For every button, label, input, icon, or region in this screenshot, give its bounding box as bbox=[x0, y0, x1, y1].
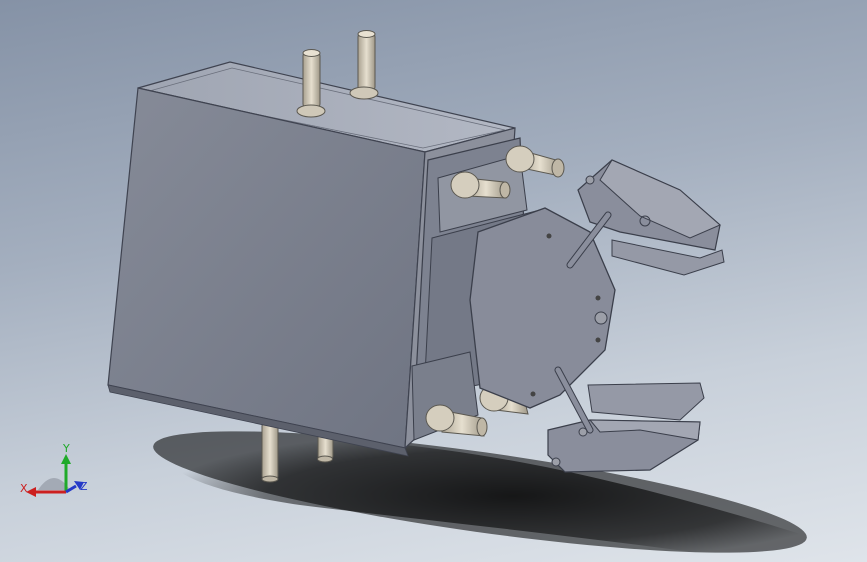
y-axis-label: Y bbox=[62, 442, 70, 455]
top-pin-right[interactable] bbox=[349, 30, 379, 100]
x-axis-label: X bbox=[20, 482, 28, 495]
z-axis-label: Z bbox=[80, 480, 88, 493]
coordinate-triad: Y X Z bbox=[20, 442, 88, 497]
floor-shadow bbox=[153, 430, 867, 562]
gripper-jaw-lower[interactable] bbox=[547, 366, 705, 473]
graphics-viewport[interactable]: Y X Z bbox=[0, 0, 867, 562]
model-scene[interactable] bbox=[0, 0, 867, 562]
bottom-pin-left[interactable] bbox=[261, 421, 279, 483]
